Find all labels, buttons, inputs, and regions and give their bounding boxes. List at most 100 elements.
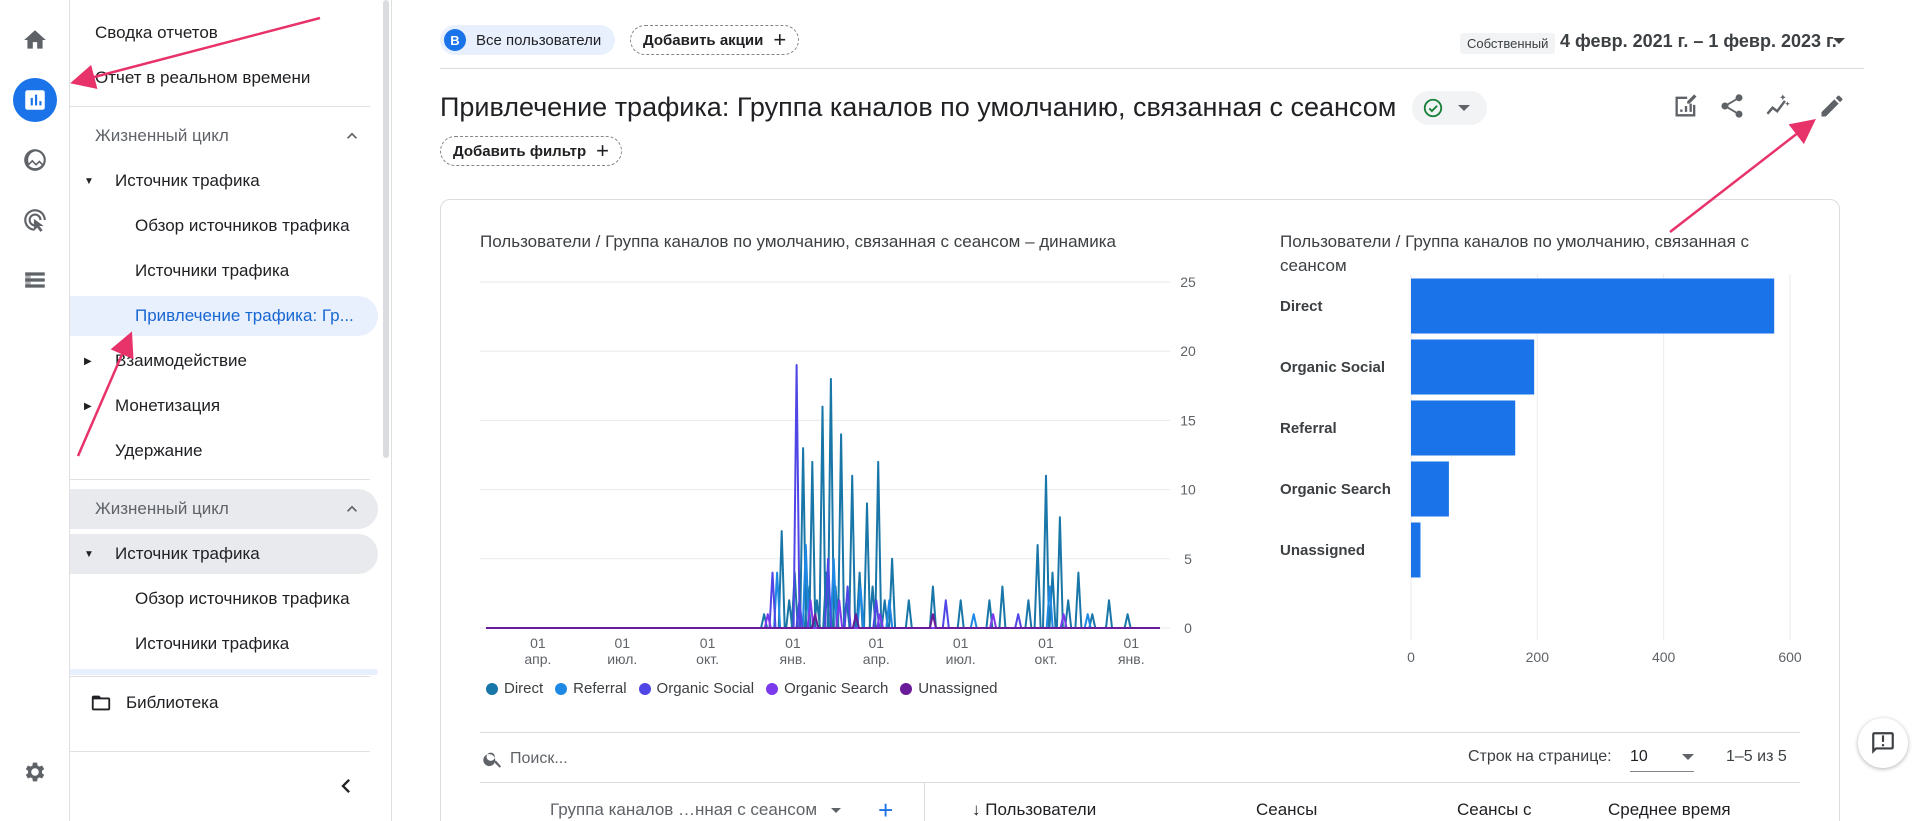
sidebar-item-acquisition-2[interactable]: ▼ Источник трафика — [70, 534, 378, 574]
page-title: Привлечение трафика: Группа каналов по у… — [440, 92, 1397, 122]
line-chart-x-tick-day: 01 — [1123, 635, 1139, 651]
column-header-sessions[interactable]: Сеансы — [1256, 800, 1317, 820]
bar-chart-x-tick: 400 — [1652, 649, 1676, 665]
legend-label: Organic Search — [784, 680, 889, 697]
reports-icon[interactable] — [13, 78, 57, 122]
sidebar-scrollbar[interactable] — [383, 0, 389, 458]
user-segment-chip[interactable]: В Все пользователи — [440, 25, 616, 55]
line-chart-title: Пользователи / Группа каналов по умолчан… — [480, 232, 1116, 251]
sidebar-item-library[interactable]: Библиотека — [90, 692, 218, 714]
bar-chart-x-tick: 0 — [1407, 649, 1415, 665]
sidebar-item-label: Источник трафика — [115, 544, 260, 563]
sidebar-item-label: Источник трафика — [115, 171, 260, 190]
sidebar-item-partial — [70, 669, 378, 675]
line-chart: 051015202501апр.01июл.01окт.01янв.01апр.… — [480, 274, 1196, 667]
sidebar-item-acq-sources-2[interactable]: Источники трафика — [70, 624, 378, 664]
collapse-sidebar-icon[interactable] — [332, 772, 360, 800]
sidebar-item-acq-overview[interactable]: Обзор источников трафика — [70, 206, 378, 246]
feedback-button[interactable] — [1858, 718, 1908, 768]
line-chart-y-tick: 15 — [1180, 412, 1196, 428]
segment-avatar: В — [444, 29, 466, 51]
rows-per-page-value: 10 — [1630, 747, 1648, 765]
bar-chart-category-label: Organic Search — [1280, 481, 1391, 498]
nav-rail — [0, 0, 70, 821]
legend-label: Direct — [504, 680, 544, 697]
sidebar-item-monetization[interactable]: ▶ Монетизация — [70, 386, 378, 426]
sidebar-item-label: Библиотека — [126, 693, 219, 712]
sidebar-item-label: Монетизация — [115, 396, 221, 415]
advertising-icon[interactable] — [13, 198, 57, 242]
segment-label: Все пользователи — [476, 31, 602, 49]
rows-per-page-label: Строк на странице: — [1468, 748, 1612, 765]
sidebar: Сводка отчетов Отчет в реальном времени … — [70, 0, 392, 821]
insights-icon[interactable] — [1761, 90, 1793, 122]
line-chart-x-tick-month: апр. — [863, 651, 890, 667]
legend-label: Unassigned — [918, 680, 998, 697]
line-chart-x-tick-day: 01 — [700, 635, 716, 651]
add-filter-button[interactable]: Добавить фильтр + — [440, 136, 622, 166]
sidebar-item-label: Сводка отчетов — [95, 23, 218, 42]
caret-down-icon — [1682, 754, 1694, 760]
check-circle-icon — [1423, 98, 1443, 118]
sort-arrow-icon: ↓ — [972, 800, 981, 819]
legend-item[interactable]: Unassigned — [900, 680, 998, 697]
dimension-select[interactable]: Группа каналов …нная с сеансом — [550, 800, 842, 820]
sidebar-item-acquisition[interactable]: ▼ Источник трафика — [70, 161, 378, 201]
settings-icon[interactable] — [13, 750, 57, 794]
column-header-avg-time[interactable]: Среднее время — [1608, 800, 1731, 820]
feedback-icon — [1872, 732, 1894, 754]
caret-down-icon — [1458, 105, 1470, 111]
sidebar-item-label: Источники трафика — [135, 634, 290, 653]
sidebar-item-label: Обзор источников трафика — [135, 216, 350, 235]
line-chart-x-tick-month: окт. — [696, 651, 719, 667]
sidebar-item-report-summary[interactable]: Сводка отчетов — [70, 13, 378, 53]
line-chart-y-tick: 20 — [1180, 343, 1196, 359]
sidebar-item-retention[interactable]: Удержание — [70, 431, 378, 471]
configure-icon[interactable] — [13, 258, 57, 302]
legend-dot — [900, 682, 913, 695]
sidebar-group-lifecycle[interactable]: Жизненный цикл — [70, 116, 378, 156]
caret-down-icon — [831, 808, 842, 814]
line-chart-x-tick-month: окт. — [1035, 651, 1058, 667]
line-chart-x-tick-month: апр. — [524, 651, 551, 667]
line-chart-legend: Direct Referral Organic Social Organic Sear… — [486, 680, 1010, 697]
line-chart-x-tick-month: янв. — [780, 651, 807, 667]
add-comparison-button[interactable]: Добавить акции + — [630, 25, 800, 55]
customize-report-icon[interactable] — [1670, 90, 1702, 122]
chevron-up-icon — [342, 126, 362, 146]
sidebar-item-realtime[interactable]: Отчет в реальном времени — [70, 58, 378, 98]
sidebar-item-acq-overview-2[interactable]: Обзор источников трафика — [70, 579, 378, 619]
line-chart-y-tick: 10 — [1180, 482, 1196, 498]
add-dimension-button[interactable]: + — [878, 795, 893, 821]
legend-dot — [766, 682, 779, 695]
sidebar-item-acq-sources[interactable]: Источники трафика — [70, 251, 378, 291]
explore-icon[interactable] — [13, 138, 57, 182]
table-search-input[interactable] — [510, 746, 910, 772]
line-chart-y-tick: 0 — [1184, 620, 1192, 636]
share-icon[interactable] — [1716, 90, 1748, 122]
chevron-up-icon — [342, 499, 362, 519]
report-status-chip[interactable] — [1412, 91, 1487, 125]
triangle-right-icon: ▶ — [84, 355, 92, 367]
sidebar-item-engagement[interactable]: ▶ Взаимодействие — [70, 341, 378, 381]
table-divider — [480, 782, 1800, 783]
line-chart-y-tick: 5 — [1184, 551, 1192, 567]
date-range-picker[interactable]: 4 февр. 2021 г. – 1 февр. 2023 г. — [1560, 31, 1837, 52]
sidebar-divider — [70, 751, 370, 752]
caret-down-icon[interactable] — [1833, 38, 1845, 44]
line-chart-x-tick-day: 01 — [953, 635, 969, 651]
legend-item[interactable]: Organic Search — [766, 680, 888, 697]
column-divider — [924, 782, 925, 821]
home-icon[interactable] — [13, 18, 57, 62]
legend-item[interactable]: Referral — [555, 680, 627, 697]
rows-per-page-select[interactable]: 10 — [1630, 742, 1694, 772]
legend-item[interactable]: Organic Social — [638, 680, 754, 697]
sidebar-divider — [70, 479, 370, 480]
edit-pencil-icon[interactable] — [1816, 90, 1848, 122]
column-header-engaged-sessions[interactable]: Сеансы с — [1457, 800, 1532, 820]
legend-item[interactable]: Direct — [486, 680, 543, 697]
add-filter-label: Добавить фильтр — [453, 142, 587, 160]
sidebar-group-lifecycle-2[interactable]: Жизненный цикл — [70, 489, 378, 529]
column-header-users[interactable]: ↓ Пользователи — [972, 800, 1096, 820]
sidebar-item-traffic-acquisition[interactable]: Привлечение трафика: Гр... — [70, 296, 378, 336]
